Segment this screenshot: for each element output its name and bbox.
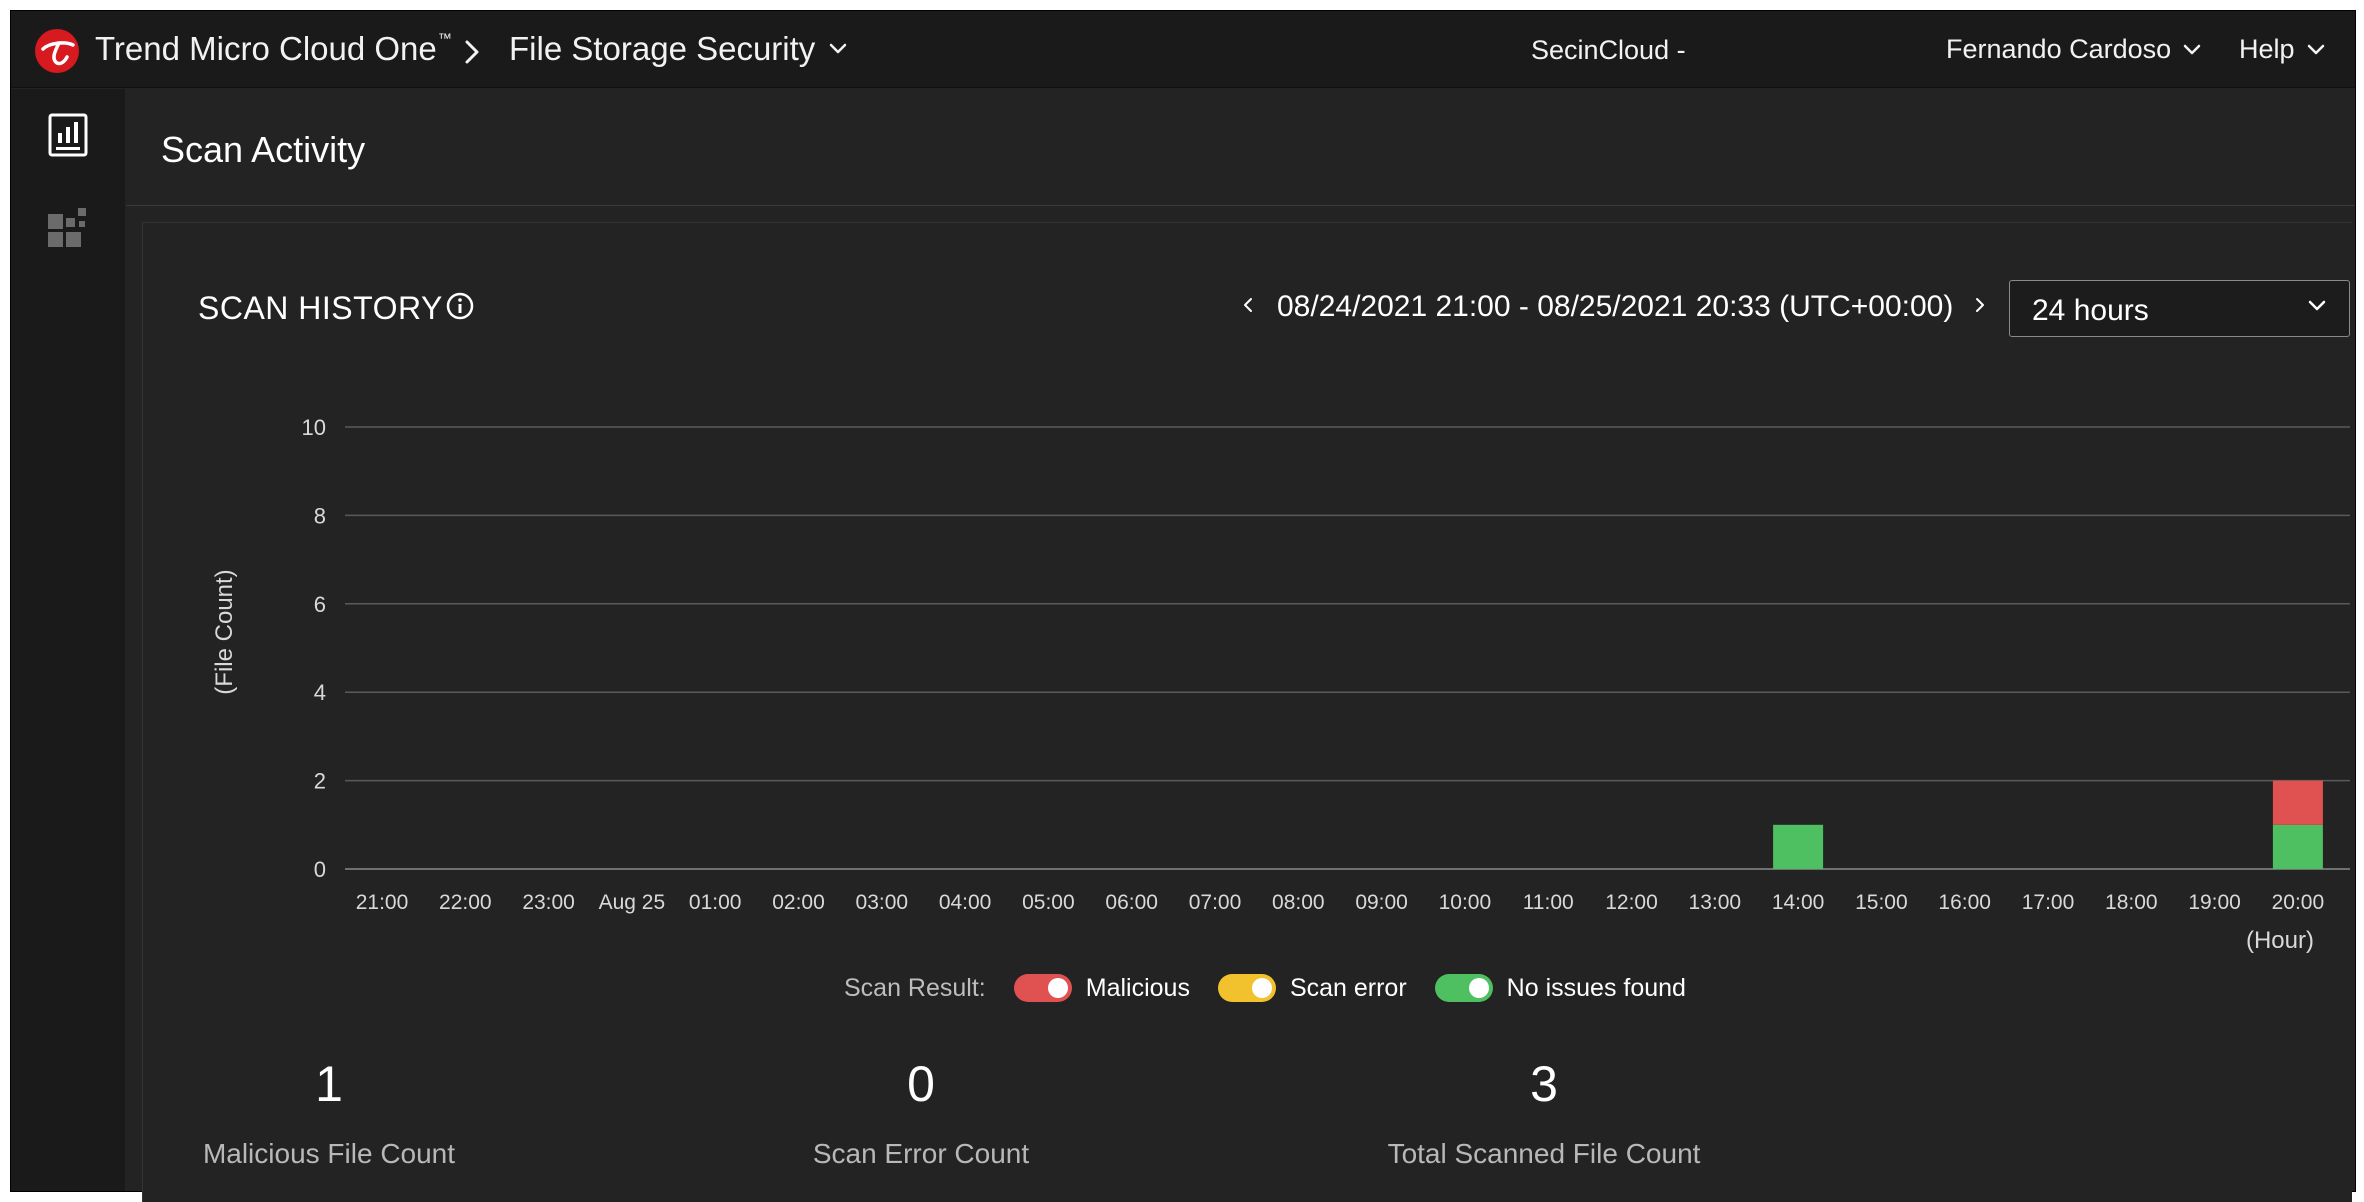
y-tick-label: 6 xyxy=(314,592,326,617)
y-tick-label: 2 xyxy=(314,769,326,794)
x-tick-label: 19:00 xyxy=(2188,891,2241,914)
x-tick-label: 11:00 xyxy=(1523,891,1574,914)
x-tick-label: 09:00 xyxy=(1355,891,1408,914)
chart-legend: Scan Result: Malicious Scan error No iss… xyxy=(844,970,1714,1006)
y-tick-label: 8 xyxy=(314,503,326,528)
toggle-switch[interactable] xyxy=(1013,974,1072,1002)
x-tick-label: 15:00 xyxy=(1855,891,1908,914)
y-tick-label: 0 xyxy=(314,857,326,882)
total-scanned-file-count-value: 3 xyxy=(1530,1056,1558,1112)
x-tick-label: 01:00 xyxy=(689,891,742,914)
x-tick-label: 12:00 xyxy=(1605,891,1658,914)
x-axis-label: (Hour) xyxy=(2246,927,2314,954)
bar-segment xyxy=(2272,824,2323,869)
x-tick-label: 02:00 xyxy=(772,891,825,914)
bar-segment xyxy=(1773,824,1824,869)
x-tick-label: 20:00 xyxy=(2272,891,2325,914)
x-tick-label: 13:00 xyxy=(1689,891,1742,914)
x-tick-label: 22:00 xyxy=(439,891,492,914)
legend-toggle-scan-error[interactable]: Scan error xyxy=(1217,973,1407,1003)
x-tick-label: 08:00 xyxy=(1272,891,1325,914)
legend-toggle-malicious[interactable]: Malicious xyxy=(1013,973,1190,1003)
scan-error-count-value: 0 xyxy=(907,1056,935,1112)
x-tick-label: 06:00 xyxy=(1105,891,1158,914)
bar-segment xyxy=(2272,780,2323,825)
malicious-file-count-label: Malicious File Count xyxy=(202,1138,456,1169)
x-tick-label: 17:00 xyxy=(2022,891,2075,914)
x-tick-label: Aug 25 xyxy=(599,891,666,914)
x-tick-label: 10:00 xyxy=(1439,891,1492,914)
y-axis-label: (File Count) xyxy=(211,569,238,694)
malicious-file-count-value: 1 xyxy=(315,1056,343,1112)
x-tick-label: 07:00 xyxy=(1189,891,1242,914)
x-tick-label: 21:00 xyxy=(356,891,409,914)
legend-label-malicious: Malicious xyxy=(1085,973,1190,1002)
legend-label-no-issues: No issues found xyxy=(1506,973,1686,1002)
legend-label-scan-error: Scan error xyxy=(1289,973,1407,1002)
toggle-switch[interactable] xyxy=(1434,974,1493,1002)
x-tick-label: 05:00 xyxy=(1022,891,1075,914)
y-tick-label: 4 xyxy=(314,680,326,705)
x-tick-label: 18:00 xyxy=(2105,891,2158,914)
x-tick-label: 23:00 xyxy=(522,891,575,914)
toggle-switch[interactable] xyxy=(1217,974,1276,1002)
scan-history-chart: 0 2 4 6 8 10 21:00 22:00 23:00 Aug 25 01:00 02:00 03… xyxy=(211,415,2350,954)
y-tick-label: 10 xyxy=(302,415,326,440)
x-tick-label: 04:00 xyxy=(939,891,992,914)
x-tick-label: 16:00 xyxy=(1938,891,1991,914)
x-tick-label: 03:00 xyxy=(856,891,909,914)
scan-error-count-label: Scan Error Count xyxy=(812,1138,1030,1169)
total-scanned-file-count-label: Total Scanned File Count xyxy=(1387,1138,1701,1169)
x-tick-label: 14:00 xyxy=(1772,891,1825,914)
legend-toggle-no-issues[interactable]: No issues found xyxy=(1434,973,1686,1003)
legend-title: Scan Result: xyxy=(844,973,986,1002)
